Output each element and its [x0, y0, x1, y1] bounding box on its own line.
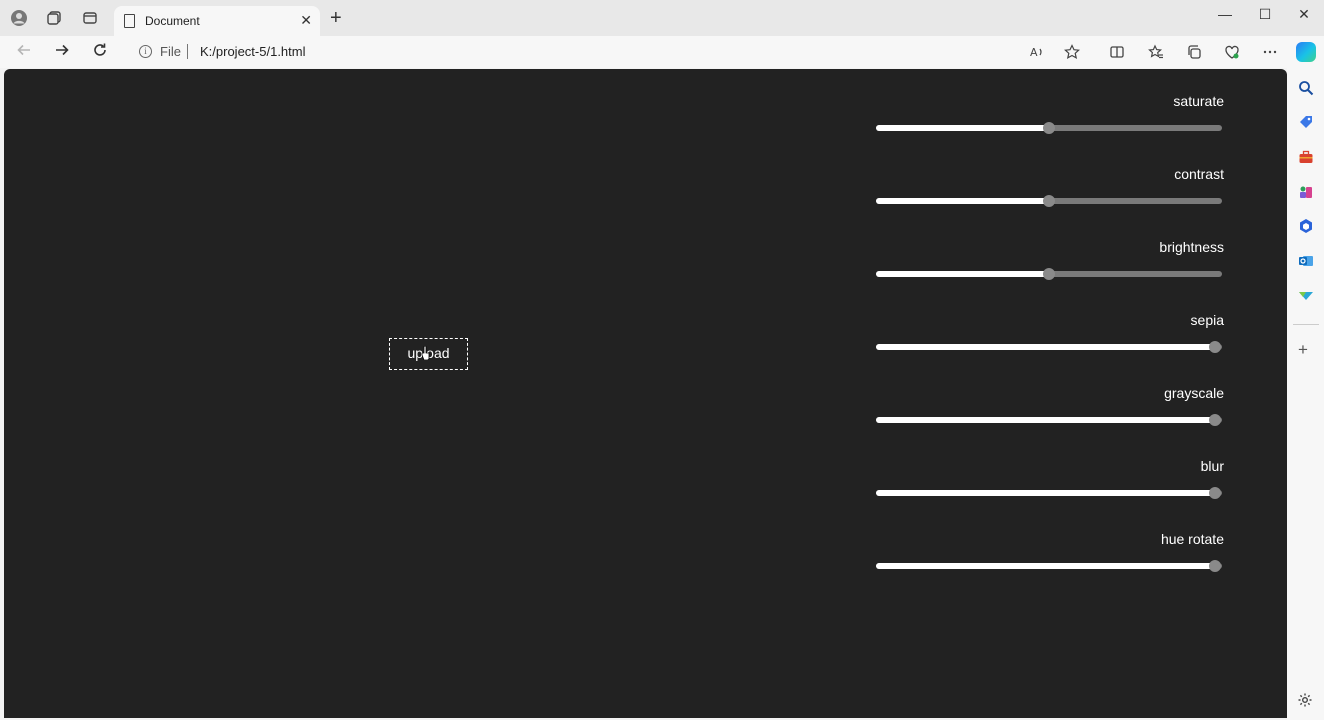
favorites-icon[interactable]: [1148, 44, 1164, 60]
slider-saturate: saturate: [876, 93, 1224, 147]
slider-track[interactable]: [876, 268, 1222, 280]
scheme-label: File: [160, 44, 181, 59]
slider-thumb[interactable]: [1043, 122, 1055, 134]
slider-thumb[interactable]: [1043, 268, 1055, 280]
slider-thumb[interactable]: [1209, 487, 1222, 499]
split-screen-icon[interactable]: [1109, 44, 1125, 60]
url-text[interactable]: K:/project-5/1.html: [200, 44, 306, 59]
slider-thumb[interactable]: [1209, 414, 1222, 426]
read-aloud-icon[interactable]: A: [1029, 44, 1045, 60]
address-divider: [187, 44, 188, 59]
slider-fill: [876, 417, 1216, 423]
new-tab-button[interactable]: +: [330, 8, 342, 28]
add-app-icon[interactable]: +: [1298, 341, 1308, 358]
edge-sidebar: +: [1287, 68, 1324, 720]
shopping-tag-icon[interactable]: [1298, 114, 1314, 130]
slider-hue-rotate: hue rotate: [876, 531, 1224, 585]
tools-briefcase-icon[interactable]: [1298, 149, 1314, 165]
slider-label: brightness: [1159, 239, 1224, 255]
slider-fill: [876, 125, 1049, 131]
slider-track[interactable]: [876, 560, 1222, 572]
page-viewport: upload saturatecontrastbrightnesssepiagr…: [4, 69, 1287, 718]
slider-brightness: brightness: [876, 239, 1224, 293]
sidebar-divider: [1293, 324, 1319, 325]
slider-label: blur: [1200, 458, 1224, 474]
slider-thumb[interactable]: [1209, 341, 1222, 353]
slider-sepia: sepia: [876, 312, 1224, 366]
refresh-icon[interactable]: [90, 42, 110, 62]
more-icon[interactable]: [1262, 44, 1278, 60]
tab-document[interactable]: Document ✕: [114, 6, 320, 36]
vertical-tabs-icon[interactable]: [81, 9, 99, 27]
slider-track[interactable]: [876, 487, 1222, 499]
slider-label: grayscale: [1164, 385, 1224, 401]
slider-thumb[interactable]: [1209, 560, 1222, 572]
slider-label: hue rotate: [1160, 531, 1224, 547]
workspaces-icon[interactable]: [45, 9, 63, 27]
hand-cursor-icon: [421, 346, 430, 360]
slider-thumb[interactable]: [1043, 195, 1055, 207]
star-icon[interactable]: [1064, 44, 1080, 60]
search-icon[interactable]: [1298, 80, 1314, 96]
slider-label: sepia: [1190, 312, 1224, 328]
games-icon[interactable]: [1298, 184, 1314, 200]
slider-fill: [876, 344, 1216, 350]
info-icon[interactable]: i: [139, 45, 152, 58]
slider-fill: [876, 490, 1216, 496]
drop-icon[interactable]: [1298, 288, 1314, 304]
tab-title: Document: [145, 14, 200, 28]
slider-fill: [876, 271, 1049, 277]
slider-fill: [876, 563, 1216, 569]
collections-icon[interactable]: [1186, 44, 1202, 60]
slider-label: contrast: [1174, 166, 1224, 182]
navigation-bar: i File K:/project-5/1.html A: [0, 36, 1324, 68]
slider-grayscale: grayscale: [876, 385, 1224, 439]
slider-blur: blur: [876, 458, 1224, 512]
minimize-button[interactable]: —: [1215, 6, 1235, 22]
profile-icon[interactable]: [10, 9, 28, 27]
outlook-icon[interactable]: [1298, 253, 1314, 269]
browser-essentials-icon[interactable]: [1224, 44, 1240, 60]
close-window-button[interactable]: ✕: [1294, 6, 1314, 23]
slider-track[interactable]: [876, 414, 1222, 426]
slider-track[interactable]: [876, 341, 1222, 353]
back-arrow-icon[interactable]: [14, 42, 34, 62]
microsoft-365-icon[interactable]: [1298, 218, 1314, 234]
slider-contrast: contrast: [876, 166, 1224, 220]
slider-label: saturate: [1173, 93, 1224, 109]
copilot-icon[interactable]: [1296, 42, 1316, 62]
slider-track[interactable]: [876, 122, 1222, 134]
browser-tab-bar: Document ✕ + — ☐ ✕: [0, 0, 1324, 36]
slider-track[interactable]: [876, 195, 1222, 207]
address-bar[interactable]: i File K:/project-5/1.html: [126, 39, 1026, 65]
document-icon: [124, 14, 135, 28]
svg-text:A: A: [1030, 46, 1038, 59]
slider-fill: [876, 198, 1049, 204]
forward-arrow-icon[interactable]: [52, 42, 72, 62]
tab-close-icon[interactable]: ✕: [300, 12, 312, 29]
gear-icon[interactable]: [1297, 692, 1313, 713]
maximize-button[interactable]: ☐: [1255, 6, 1275, 23]
